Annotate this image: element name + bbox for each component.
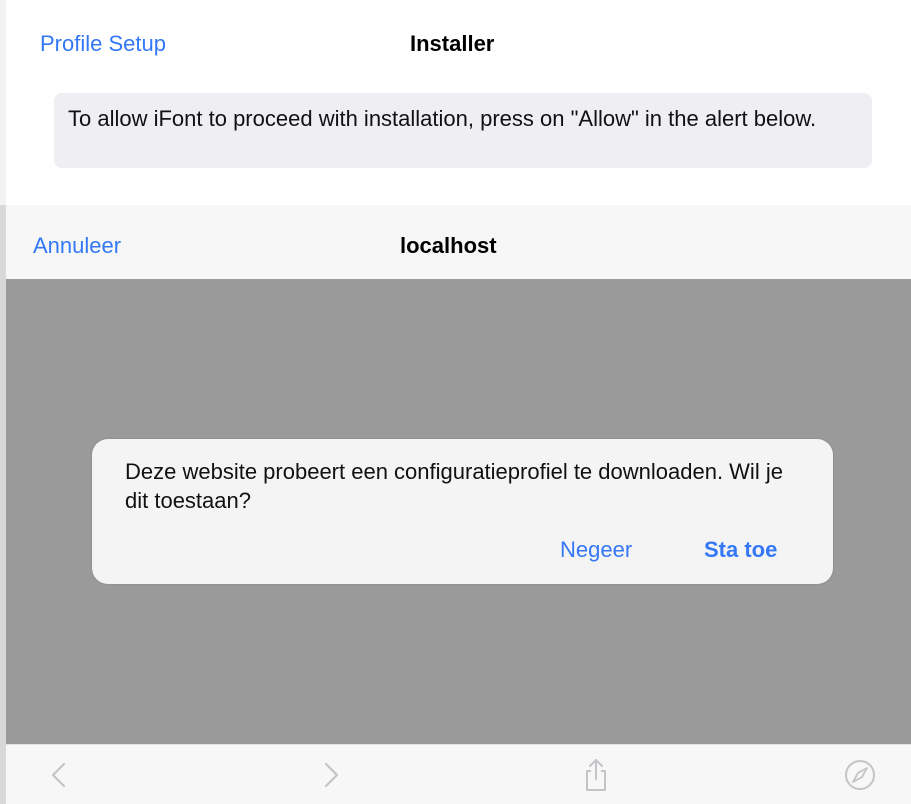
installer-header: Profile Setup Installer To allow iFont t… bbox=[6, 0, 911, 205]
share-icon[interactable] bbox=[578, 757, 614, 793]
cancel-button[interactable]: Annuleer bbox=[33, 233, 121, 259]
chevron-left-icon[interactable] bbox=[42, 757, 78, 793]
alert-message: Deze website probeert een configuratiepr… bbox=[125, 459, 783, 513]
screen: Profile Setup Installer To allow iFont t… bbox=[0, 0, 911, 804]
installer-title: Installer bbox=[410, 31, 495, 56]
bottom-toolbar bbox=[6, 744, 911, 804]
compass-icon[interactable] bbox=[842, 757, 878, 793]
browser-title: localhost bbox=[400, 233, 497, 258]
allow-button[interactable]: Sta toe bbox=[704, 537, 777, 563]
profile-setup-back-button[interactable]: Profile Setup bbox=[40, 31, 166, 57]
instruction-box: To allow iFont to proceed with installat… bbox=[54, 93, 872, 168]
permission-alert: Deze website probeert een configuratiepr… bbox=[92, 439, 833, 584]
ignore-button[interactable]: Negeer bbox=[560, 537, 632, 563]
chevron-right-icon[interactable] bbox=[312, 757, 348, 793]
browser-nav-bar: Annuleer localhost bbox=[6, 205, 911, 279]
